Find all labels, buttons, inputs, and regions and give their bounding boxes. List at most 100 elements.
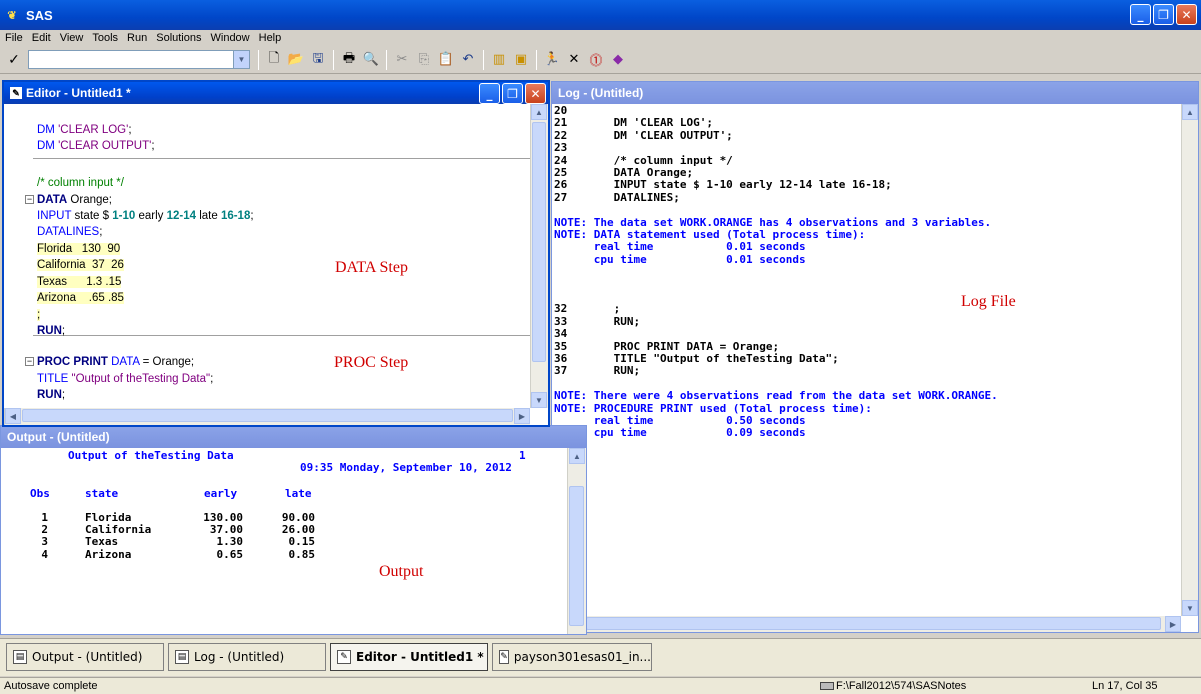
scroll-up-icon[interactable]: ▲ bbox=[1182, 104, 1198, 120]
menu-run[interactable]: Run bbox=[127, 32, 147, 44]
output-vertical-scrollbar[interactable]: ▲ bbox=[567, 448, 586, 634]
open-icon[interactable]: 📂 bbox=[285, 49, 307, 71]
step-divider bbox=[33, 158, 530, 159]
editor-code-token: Florida 130 90 bbox=[37, 243, 121, 255]
scroll-up-icon[interactable]: ▲ bbox=[531, 104, 547, 120]
output-cell: 3 bbox=[41, 535, 48, 549]
scroll-up-icon[interactable]: ▲ bbox=[569, 448, 585, 464]
log-window-icon: ▤ bbox=[175, 650, 189, 664]
submit-command-check-icon[interactable]: ✓ bbox=[0, 51, 28, 68]
editor-window-icon: ✎ bbox=[337, 650, 351, 664]
undo-icon[interactable]: ↶ bbox=[457, 49, 479, 71]
log-line: 32 ; bbox=[554, 302, 621, 316]
log-line: 26 INPUT state $ 1-10 early 12-14 late 1… bbox=[554, 178, 892, 192]
editor-horizontal-thumb[interactable] bbox=[22, 409, 513, 422]
editor-close-button[interactable]: ✕ bbox=[525, 83, 546, 104]
menu-edit[interactable]: Edit bbox=[32, 32, 51, 44]
output-window-title: Output - (Untitled) bbox=[1, 426, 586, 448]
editor-code-token: ; bbox=[61, 325, 66, 337]
log-vertical-scrollbar[interactable]: ▲ ▼ bbox=[1181, 104, 1198, 616]
scroll-down-icon[interactable]: ▼ bbox=[531, 392, 547, 408]
log-line: cpu time 0.09 seconds bbox=[554, 426, 806, 440]
editor-content[interactable]: − − DATA Step PROC Step DM 'CLEAR LOG'; D… bbox=[4, 104, 530, 408]
print-icon[interactable]: 🖶 bbox=[338, 49, 360, 71]
app-title: SAS bbox=[26, 7, 53, 23]
submit-icon[interactable]: 🏃 bbox=[541, 49, 563, 71]
editor-vertical-scrollbar[interactable]: ▲ ▼ bbox=[530, 104, 548, 408]
editor-code-line: /* column input */ bbox=[37, 175, 124, 192]
editor-code-token: /* column input */ bbox=[37, 177, 124, 189]
log-line: 27 DATALINES; bbox=[554, 190, 680, 204]
output-scroll-thumb[interactable] bbox=[569, 486, 584, 626]
log-file-annotation: Log File bbox=[961, 293, 1016, 310]
taskbar-item-log[interactable]: ▤ Log - (Untitled) bbox=[168, 643, 326, 671]
log-window[interactable]: Log - (Untitled) 20 21 DM 'CLEAR LOG'; 22 … bbox=[551, 81, 1199, 633]
editor-code-token: ; bbox=[61, 389, 66, 401]
data-step-annotation: DATA Step bbox=[335, 259, 408, 276]
log-horizontal-thumb[interactable] bbox=[586, 617, 1161, 630]
editor-code-token: RUN bbox=[37, 325, 62, 337]
log-line: real time 0.50 seconds bbox=[554, 414, 806, 427]
editor-code-token: DATALINES bbox=[37, 226, 100, 238]
explorer-icon[interactable]: ▣ bbox=[510, 49, 532, 71]
log-line: 37 RUN; bbox=[554, 364, 641, 378]
scroll-right-icon[interactable]: ▶ bbox=[514, 408, 530, 424]
menu-solutions[interactable]: Solutions bbox=[156, 32, 201, 44]
menu-file[interactable]: File bbox=[5, 32, 23, 44]
minimize-button[interactable]: _ bbox=[1130, 4, 1151, 25]
editor-restore-button[interactable]: ❐ bbox=[502, 83, 523, 104]
step-divider bbox=[33, 335, 530, 336]
taskbar-item-payson[interactable]: ✎ payson301esas01_in... bbox=[492, 643, 652, 671]
log-line: NOTE: There were 4 observations read fro… bbox=[554, 389, 998, 403]
copy-icon[interactable]: ⎘ bbox=[413, 49, 435, 71]
collapse-icon[interactable]: − bbox=[25, 195, 34, 204]
clear-icon[interactable]: ✕ bbox=[563, 49, 585, 71]
output-window[interactable]: Output - (Untitled) Output of theTesting… bbox=[0, 425, 587, 635]
output-col-early: early bbox=[204, 487, 238, 500]
editor-window[interactable]: ✎ Editor - Untitled1 * _ ❐ ✕ − − DATA St… bbox=[2, 80, 550, 427]
menu-help[interactable]: Help bbox=[259, 32, 282, 44]
scroll-down-icon[interactable]: ▼ bbox=[1182, 600, 1198, 616]
editor-code-token: TITLE bbox=[37, 373, 72, 385]
output-annotation: Output bbox=[379, 563, 424, 580]
new-library-icon[interactable]: ▥ bbox=[488, 49, 510, 71]
break-icon[interactable]: ⓵ bbox=[585, 49, 607, 71]
help-icon[interactable]: ◆ bbox=[607, 49, 629, 71]
editor-code-token: DATA bbox=[107, 356, 140, 368]
scroll-left-icon[interactable]: ◀ bbox=[5, 408, 21, 424]
menu-tools[interactable]: Tools bbox=[92, 32, 118, 44]
collapse-icon[interactable]: − bbox=[25, 357, 34, 366]
drive-icon bbox=[820, 682, 834, 690]
command-box[interactable]: ▼ bbox=[28, 50, 250, 69]
editor-code-line: INPUT state $ 1-10 early 12-14 late 16-1… bbox=[37, 208, 254, 225]
paste-icon[interactable]: 📋 bbox=[435, 49, 457, 71]
output-cell: 4 bbox=[41, 547, 48, 561]
output-heading: Output of theTesting Data bbox=[68, 449, 234, 462]
chevron-down-icon[interactable]: ▼ bbox=[233, 51, 249, 68]
editor-scroll-thumb[interactable] bbox=[532, 122, 546, 362]
log-horizontal-scrollbar[interactable]: ▶ bbox=[585, 616, 1181, 632]
scroll-right-icon[interactable]: ▶ bbox=[1165, 616, 1181, 632]
new-icon[interactable]: 🗋 bbox=[263, 49, 285, 71]
output-cell: 1.30 bbox=[216, 535, 244, 549]
taskbar-item-output[interactable]: ▤ Output - (Untitled) bbox=[6, 643, 164, 671]
close-button[interactable]: ✕ bbox=[1176, 4, 1197, 25]
output-page-number: 1 bbox=[519, 449, 526, 462]
log-line: 25 DATA Orange; bbox=[554, 166, 694, 179]
menu-view[interactable]: View bbox=[60, 32, 84, 44]
editor-code-token: 'CLEAR OUTPUT' bbox=[58, 140, 152, 152]
menu-window[interactable]: Window bbox=[211, 32, 250, 44]
output-cell: 0.65 bbox=[216, 547, 244, 561]
save-icon[interactable]: 🖫 bbox=[307, 49, 329, 71]
output-col-state: state bbox=[85, 487, 119, 500]
editor-minimize-button[interactable]: _ bbox=[479, 83, 500, 104]
editor-window-title-bar: ✎ Editor - Untitled1 * _ ❐ ✕ bbox=[4, 82, 548, 104]
cut-icon[interactable]: ✂ bbox=[391, 49, 413, 71]
editor-code-line: ; bbox=[37, 307, 41, 324]
editor-horizontal-scrollbar[interactable]: ◀ ▶ bbox=[4, 408, 530, 425]
editor-code-token: = Orange; bbox=[139, 356, 195, 368]
print-preview-icon[interactable]: 🔍 bbox=[360, 49, 382, 71]
editor-code-token: early bbox=[135, 210, 167, 222]
restore-button[interactable]: ❐ bbox=[1153, 4, 1174, 25]
taskbar-item-editor[interactable]: ✎ Editor - Untitled1 * bbox=[330, 643, 488, 671]
